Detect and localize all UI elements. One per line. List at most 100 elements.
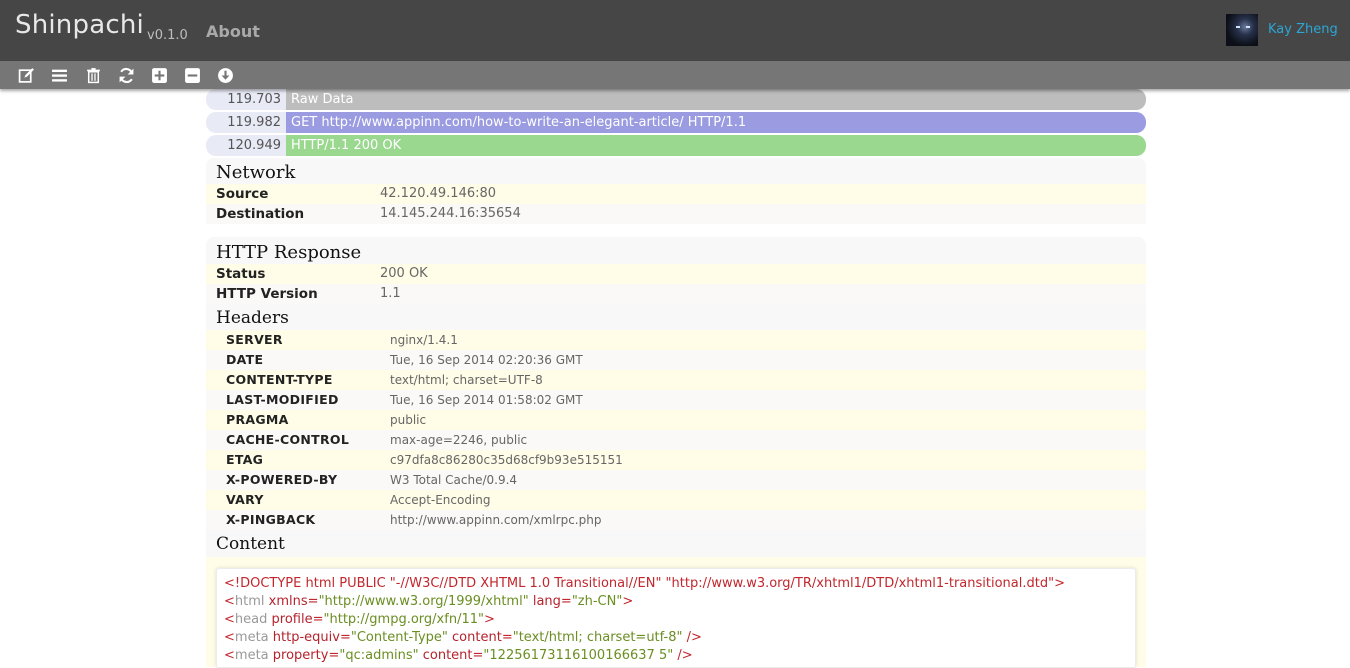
field-key: HTTP Version xyxy=(216,286,318,302)
status-row: Status 200 OK xyxy=(206,264,1146,284)
username-link[interactable]: Kay Zheng xyxy=(1268,22,1338,37)
list-button[interactable] xyxy=(49,66,69,84)
packet-time: 119.982 xyxy=(227,115,281,130)
code-line: <meta property="qc:admins" content="1225… xyxy=(224,648,693,663)
code-tag: meta xyxy=(234,648,269,663)
field-value: 1.1 xyxy=(380,286,401,301)
packet-time: 119.703 xyxy=(227,92,281,107)
refresh-button[interactable] xyxy=(116,66,136,84)
header-value: Accept-Encoding xyxy=(390,493,491,507)
arrow-down-circle-icon xyxy=(217,67,233,83)
code-tag: html xyxy=(234,594,265,609)
header-key: X-PINGBACK xyxy=(226,512,316,527)
code-tag: head xyxy=(234,612,268,627)
plus-square-icon xyxy=(151,67,167,83)
header-key: CACHE-CONTROL xyxy=(226,432,350,447)
avatar-eye-left xyxy=(1236,26,1240,28)
header-value: W3 Total Cache/0.9.4 xyxy=(390,473,518,487)
header-row: PRAGMA public xyxy=(206,410,1146,430)
code-punct: < xyxy=(224,612,235,627)
header-key: LAST-MODIFIED xyxy=(226,392,339,407)
header-key: PRAGMA xyxy=(226,412,289,427)
packet-time: 120.949 xyxy=(227,138,281,153)
network-section: Network Source 42.120.49.146:80 Destinat… xyxy=(206,158,1146,224)
code-val: "http://www.w3.org/1999/xhtml" xyxy=(318,594,529,609)
http-version-row: HTTP Version 1.1 xyxy=(206,284,1146,304)
header-key: VARY xyxy=(226,492,264,507)
header-value: http://www.appinn.com/xmlrpc.php xyxy=(390,513,602,527)
code-attr: content xyxy=(452,630,502,645)
field-value: 200 OK xyxy=(380,266,428,281)
edit-icon xyxy=(18,67,34,83)
content-title: Content xyxy=(216,534,285,554)
app-brand[interactable]: Shinpachi xyxy=(15,10,144,40)
packet-row[interactable]: 119.982 GET http://www.appinn.com/how-to… xyxy=(206,112,1146,133)
code-attr: xmlns xyxy=(268,594,308,609)
avatar-eye-right xyxy=(1246,26,1250,28)
code-punct: < xyxy=(224,630,235,645)
packet-row[interactable]: 119.703 Raw Data xyxy=(206,89,1146,110)
content-code-block[interactable]: <!DOCTYPE html PUBLIC "-//W3C//DTD XHTML… xyxy=(216,568,1136,668)
code-punct: > xyxy=(483,612,495,627)
code-attr: lang xyxy=(532,594,561,609)
code-line: <html xmlns="http://www.w3.org/1999/xhtm… xyxy=(224,594,634,609)
header-row: VARY Accept-Encoding xyxy=(206,490,1146,510)
refresh-icon xyxy=(119,67,133,83)
expand-button[interactable] xyxy=(149,66,169,84)
network-title: Network xyxy=(216,162,296,183)
field-key: Source xyxy=(216,186,269,202)
packet-label: Raw Data xyxy=(286,89,1146,110)
code-val: "text/html; charset=utf-8" xyxy=(512,630,683,645)
network-source-row: Source 42.120.49.146:80 xyxy=(206,184,1146,204)
scroll-bottom-button[interactable] xyxy=(215,66,235,84)
header-value: c97dfa8c86280c35d68cf9b93e515151 xyxy=(390,453,623,467)
header-row: X-POWERED-BY W3 Total Cache/0.9.4 xyxy=(206,470,1146,490)
toolbar xyxy=(0,61,1350,89)
code-tag: meta xyxy=(234,630,269,645)
code-punct: > xyxy=(622,594,634,609)
header-value: Tue, 16 Sep 2014 02:20:36 GMT xyxy=(390,353,583,367)
code-punct: /> xyxy=(673,648,693,663)
code-doctype: <!DOCTYPE html PUBLIC "-//W3C//DTD XHTML… xyxy=(224,576,1065,591)
collapse-button[interactable] xyxy=(182,66,202,84)
header-row: ETAG c97dfa8c86280c35d68cf9b93e515151 xyxy=(206,450,1146,470)
about-link[interactable]: About xyxy=(206,22,260,41)
code-val: "zh-CN" xyxy=(571,594,623,609)
field-value: 42.120.49.146:80 xyxy=(380,186,497,201)
code-val: "qc:admins" xyxy=(339,648,419,663)
top-navbar: Shinpachi v0.1.0 About Kay Zheng xyxy=(0,0,1350,61)
header-key: X-POWERED-BY xyxy=(226,472,338,487)
code-attr: property xyxy=(272,648,329,663)
code-val: "Content-Type" xyxy=(350,630,448,645)
header-value: max-age=2246, public xyxy=(390,433,528,447)
edit-button[interactable] xyxy=(16,66,36,84)
field-key: Status xyxy=(216,266,266,282)
list-icon xyxy=(51,69,67,82)
code-val: "http://gmpg.org/xfn/11" xyxy=(323,612,484,627)
packet-row[interactable]: 120.949 HTTP/1.1 200 OK xyxy=(206,135,1146,156)
code-attr: http-equiv xyxy=(272,630,340,645)
code-line: <meta http-equiv="Content-Type" content=… xyxy=(224,630,702,645)
header-key: DATE xyxy=(226,352,264,367)
header-row: X-PINGBACK http://www.appinn.com/xmlrpc.… xyxy=(206,510,1146,530)
app-version: v0.1.0 xyxy=(147,28,188,43)
header-key: SERVER xyxy=(226,332,283,347)
code-line: <head profile="http://gmpg.org/xfn/11"> xyxy=(224,612,495,627)
header-value: Tue, 16 Sep 2014 01:58:02 GMT xyxy=(390,393,583,407)
delete-button[interactable] xyxy=(83,66,103,84)
header-key: CONTENT-TYPE xyxy=(226,372,333,387)
code-punct: < xyxy=(224,648,235,663)
header-value: text/html; charset=UTF-8 xyxy=(390,373,543,387)
http-response-title: HTTP Response xyxy=(216,242,362,263)
header-value: nginx/1.4.1 xyxy=(390,333,458,347)
packet-label: HTTP/1.1 200 OK xyxy=(286,135,1146,156)
user-avatar[interactable] xyxy=(1226,14,1258,46)
http-response-section: HTTP Response Status 200 OK HTTP Version… xyxy=(206,237,1146,668)
header-value: public xyxy=(390,413,427,427)
trash-icon xyxy=(86,67,100,83)
header-key: ETAG xyxy=(226,452,264,467)
code-attr: profile xyxy=(271,612,313,627)
header-row: SERVER nginx/1.4.1 xyxy=(206,330,1146,350)
headers-title: Headers xyxy=(216,308,289,328)
header-row: LAST-MODIFIED Tue, 16 Sep 2014 01:58:02 … xyxy=(206,390,1146,410)
